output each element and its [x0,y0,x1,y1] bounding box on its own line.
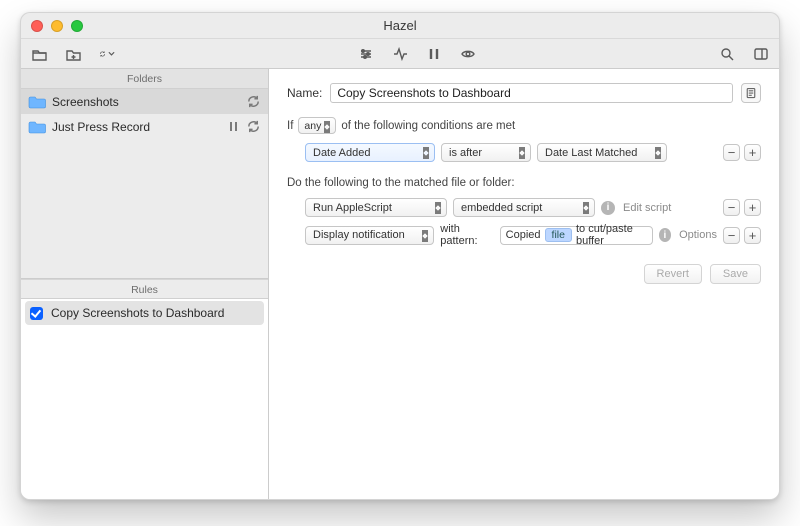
action-row-1: Run AppleScript embedded script i Edit s… [305,195,761,220]
folder-open-icon[interactable] [31,46,47,62]
info-icon[interactable]: i [601,201,615,215]
rule-enabled-checkbox[interactable] [30,307,43,320]
action-arg-popup[interactable]: embedded script [453,198,595,217]
rule-detail-pane: Name: If any of the following conditions… [269,69,779,499]
name-label: Name: [287,86,322,100]
condition-row: Date Added is after Date Last Matched − … [305,140,761,165]
rules-list: Copy Screenshots to Dashboard [21,299,268,499]
sliders-icon[interactable] [358,46,374,62]
action-add-button[interactable]: + [744,227,761,244]
rule-name: Copy Screenshots to Dashboard [51,306,224,320]
zoom-window-button[interactable] [71,20,83,32]
pattern-text-after: to cut/paste buffer [576,223,647,247]
rules-header: Rules [21,279,268,299]
close-window-button[interactable] [31,20,43,32]
folder-status-running-icon[interactable] [246,94,261,109]
window-controls [31,20,83,32]
folder-icon [28,120,46,134]
rule-note-button[interactable] [741,83,761,103]
folders-section: Folders Screenshots Just Press Record [21,69,268,279]
action-row-2: Display notification with pattern: Copie… [305,220,761,250]
folder-status-paused-icon [229,121,238,132]
folder-sync-icon[interactable] [246,119,261,134]
rules-section: Copy Screenshots to Dashboard [21,299,268,499]
sync-menu-icon[interactable] [99,46,115,62]
toolbar [21,39,779,69]
conditions-sentence: If any of the following conditions are m… [287,117,515,134]
folder-name: Screenshots [52,95,240,109]
pattern-text-before: Copied [506,229,541,241]
action-remove-button[interactable]: − [723,199,740,216]
cond-add-button[interactable]: + [744,144,761,161]
cond-remove-button[interactable]: − [723,144,740,161]
actions-header: Do the following to the matched file or … [287,177,761,189]
pattern-field[interactable]: Copied file to cut/paste buffer [500,226,653,245]
action-hint[interactable]: Options [679,229,717,241]
action-verb-popup[interactable]: Display notification [305,226,434,245]
cond-op-popup[interactable]: is after [441,143,531,162]
folder-add-icon[interactable] [65,46,81,62]
activity-icon[interactable] [392,46,408,62]
titlebar: Hazel [21,13,779,39]
info-icon[interactable]: i [659,228,671,242]
action-remove-button[interactable]: − [723,227,740,244]
pattern-token-file[interactable]: file [545,228,572,242]
cond-suffix: of the following conditions are met [341,120,515,132]
pattern-label: with pattern: [440,223,493,247]
search-icon[interactable] [719,46,735,62]
footer-buttons: Revert Save [287,264,761,284]
folder-row-just-press-record[interactable]: Just Press Record [21,114,268,139]
cond-attr-popup[interactable]: Date Added [305,143,435,162]
cond-prefix: If [287,120,293,132]
cond-value-popup[interactable]: Date Last Matched [537,143,667,162]
app-window: Hazel Folders Scr [20,12,780,500]
eye-icon[interactable] [460,46,476,62]
action-hint[interactable]: Edit script [623,202,671,214]
folder-name: Just Press Record [52,120,223,134]
window-title: Hazel [383,18,416,33]
action-verb-popup[interactable]: Run AppleScript [305,198,447,217]
sidebar-toggle-icon[interactable] [753,46,769,62]
rule-row[interactable]: Copy Screenshots to Dashboard [25,301,264,325]
folder-icon [28,95,46,109]
minimize-window-button[interactable] [51,20,63,32]
folders-header: Folders [21,69,268,89]
pause-icon[interactable] [426,46,442,62]
action-add-button[interactable]: + [744,199,761,216]
rule-name-input[interactable] [330,83,733,103]
sidebar: Folders Screenshots Just Press Record [21,69,269,499]
save-button[interactable]: Save [710,264,761,284]
revert-button[interactable]: Revert [644,264,702,284]
folder-row-screenshots[interactable]: Screenshots [21,89,268,114]
content-area: Folders Screenshots Just Press Record [21,69,779,499]
cond-match-mode-popup[interactable]: any [298,117,336,134]
